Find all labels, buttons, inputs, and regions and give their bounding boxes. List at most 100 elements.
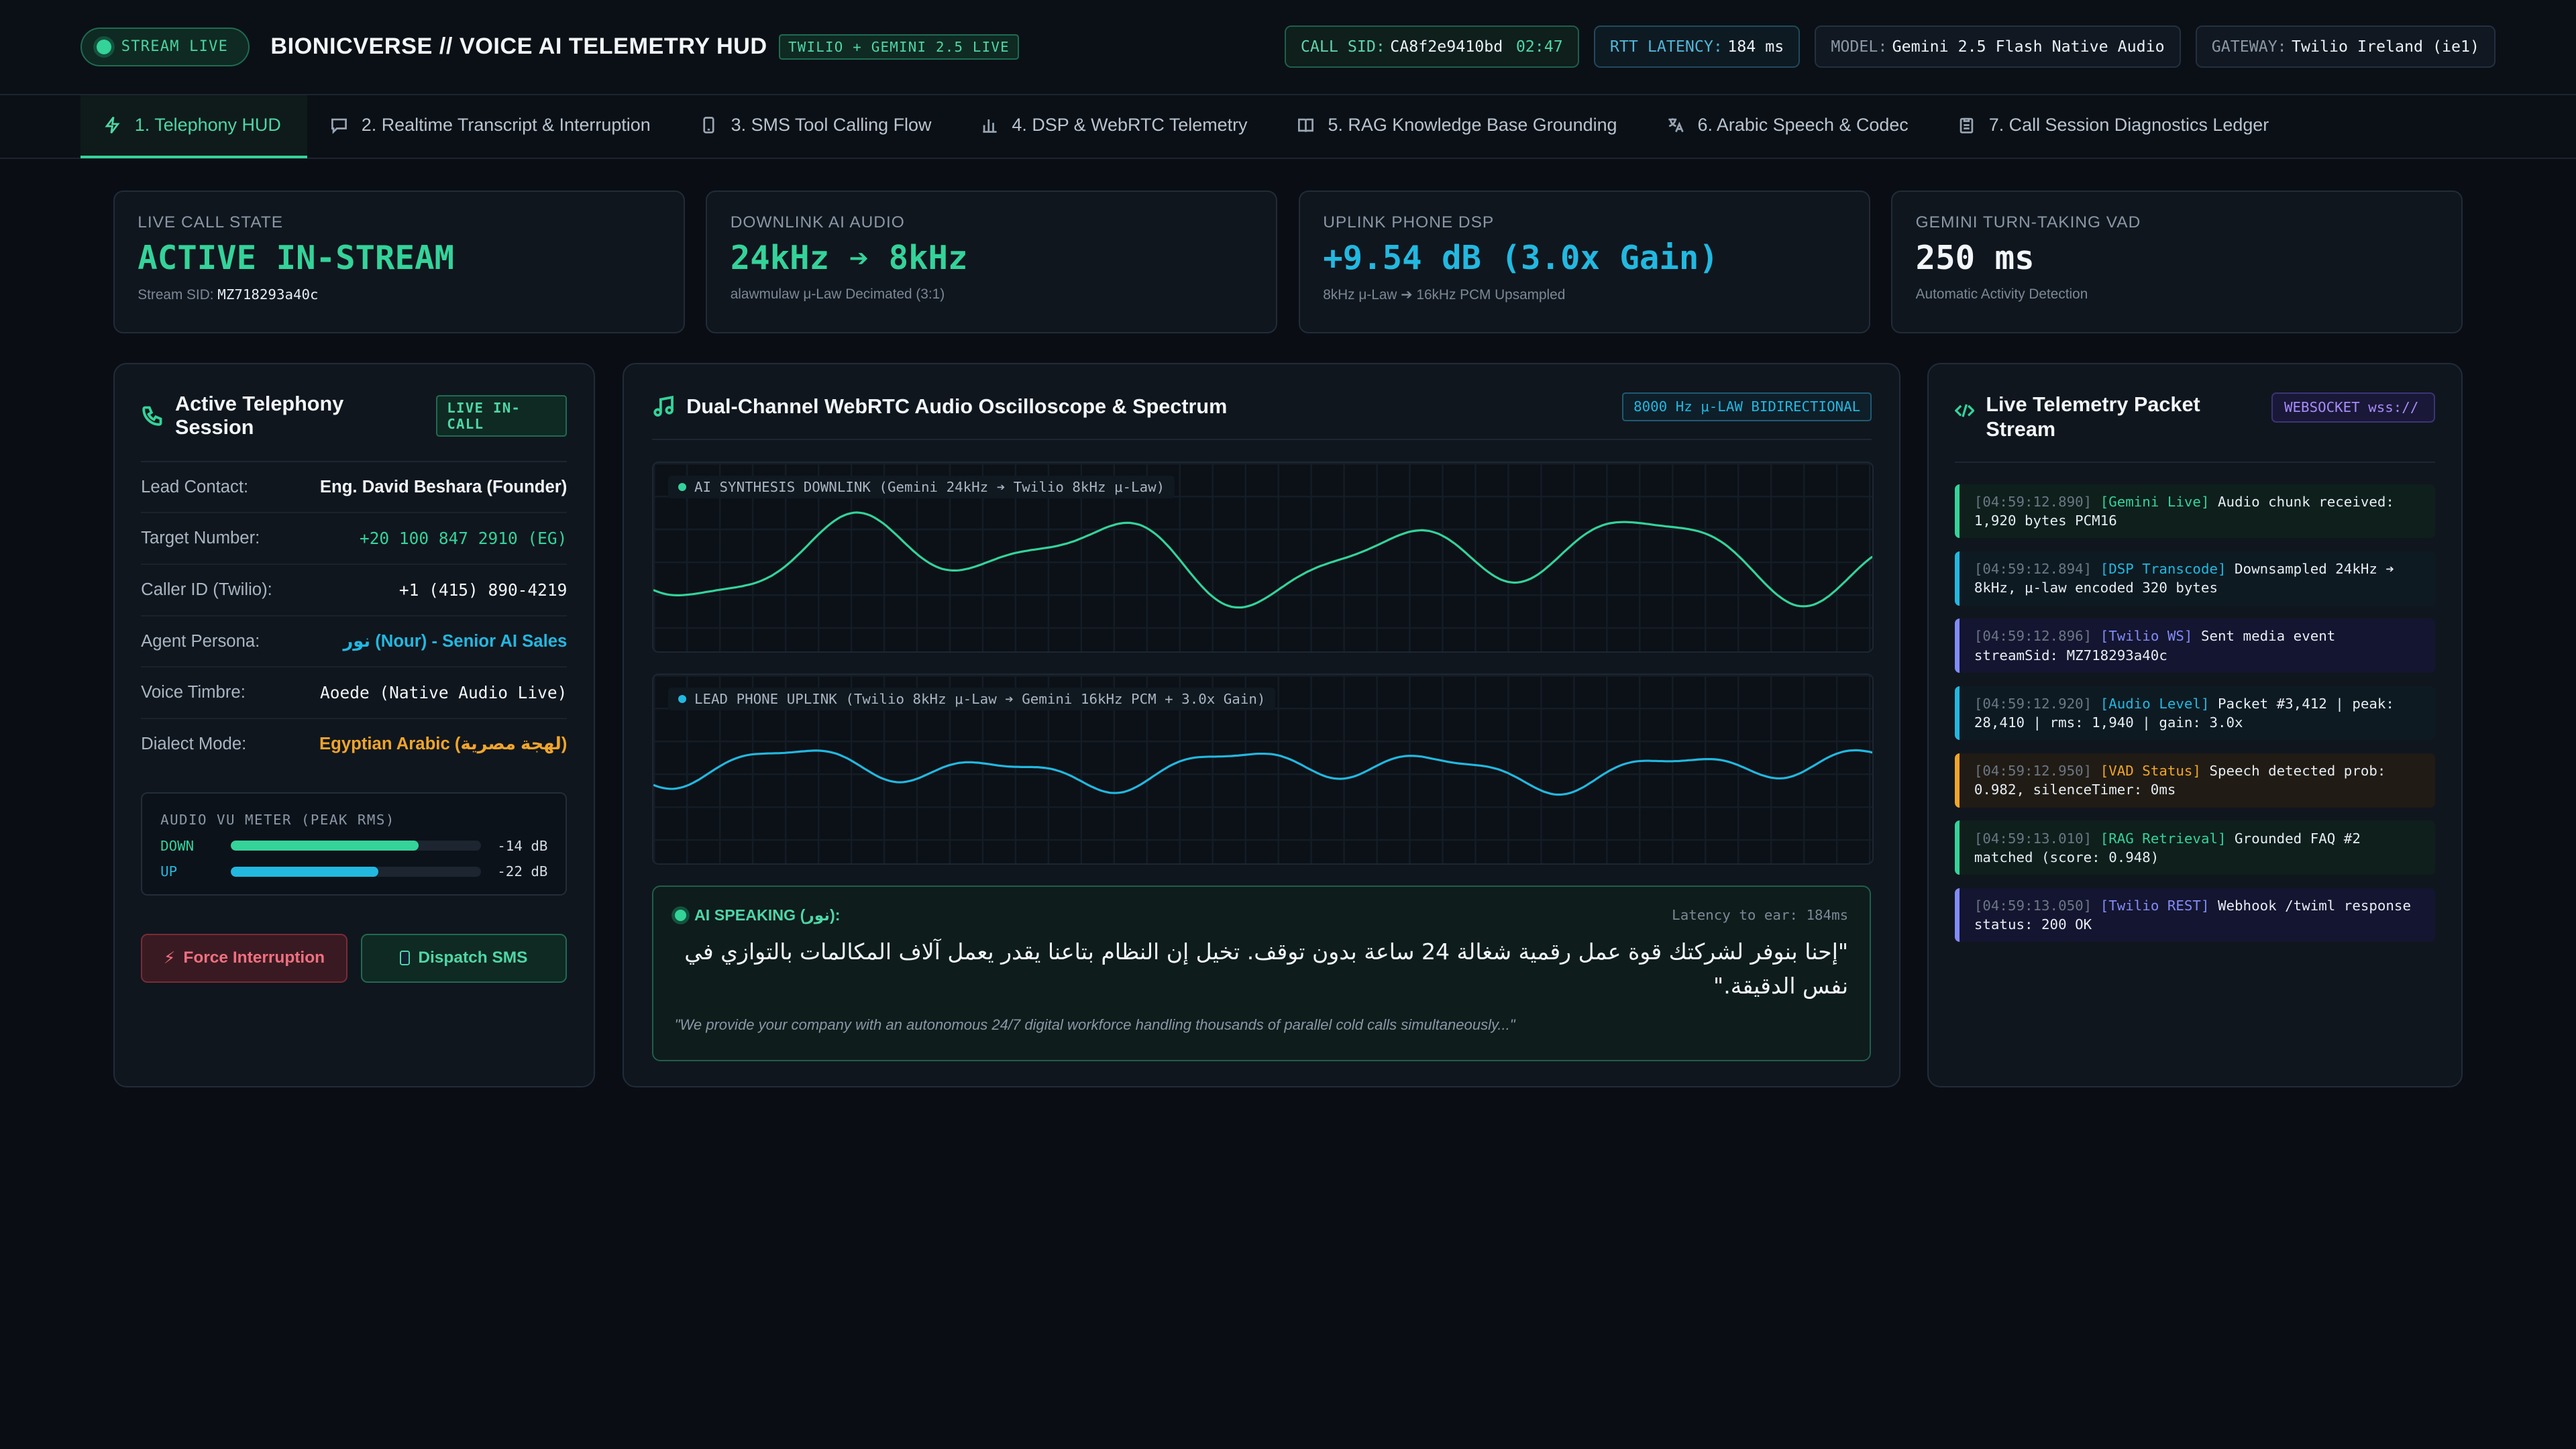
tab-label: 7. Call Session Diagnostics Ledger xyxy=(1988,115,2269,136)
packet-entry: [04:59:13.010] [RAG Retrieval] Grounded … xyxy=(1954,820,2435,875)
telephony-session-panel: Active Telephony Session LIVE IN-CALL Le… xyxy=(113,363,595,1088)
ai-speaking-box: AI SPEAKING (نور): Latency to ear: 184ms… xyxy=(651,885,1871,1061)
dialect-mode-row: Dialect Mode: Egyptian Arabic (لهجة مصري… xyxy=(141,719,567,769)
stats-row: LIVE CALL STATE ACTIVE IN-STREAM Stream … xyxy=(113,191,2463,334)
stat-label: UPLINK PHONE DSP xyxy=(1323,213,1495,231)
tab-sms-tool-calling[interactable]: 3. SMS Tool Calling Flow xyxy=(677,95,958,159)
app-root: STREAM LIVE BIONICVERSE // VOICE AI TELE… xyxy=(0,0,2576,1449)
stat-label: LIVE CALL STATE xyxy=(138,213,284,231)
packet-source: [VAD Status] xyxy=(2092,763,2201,780)
caller-id-value: +1 (415) 890-4219 xyxy=(398,580,568,600)
vu-up-row: UP -22 dB xyxy=(160,863,547,879)
english-translation: "We provide your company with an autonom… xyxy=(674,1016,1515,1034)
downlink-label: AI SYNTHESIS DOWNLINK (Gemini 24kHz ➔ Tw… xyxy=(694,479,1165,496)
tab-dsp-webrtc[interactable]: 4. DSP & WebRTC Telemetry xyxy=(958,95,1274,159)
ai-speaking-label-wrap: AI SPEAKING (نور): xyxy=(674,906,841,924)
bolt-icon xyxy=(105,117,120,134)
call-sid-key: CALL SID: xyxy=(1300,38,1385,56)
row-key: Dialect Mode: xyxy=(141,734,247,753)
top-header: STREAM LIVE BIONICVERSE // VOICE AI TELE… xyxy=(0,0,2576,95)
arabic-transcript: "إحنا بنوفر لشركتك قوة عمل رقمية شغالة 2… xyxy=(684,938,1849,1000)
stat-value: ACTIVE IN-STREAM xyxy=(138,238,454,277)
vu-up-label: UP xyxy=(160,863,178,880)
call-sid-chip: CALL SID: CA8f2e9410bd 02:47 xyxy=(1284,25,1579,68)
vu-down-db: -14 dB xyxy=(497,837,548,854)
packet-entry: [04:59:12.894] [DSP Transcode] Downsampl… xyxy=(1954,551,2435,606)
stat-sub: Automatic Activity Detection xyxy=(1915,286,2088,303)
packet-source: [DSP Transcode] xyxy=(2092,561,2226,578)
row-key: Caller ID (Twilio): xyxy=(141,580,272,599)
tab-label: 2. Realtime Transcript & Interruption xyxy=(361,115,651,136)
latency-to-ear: Latency to ear: 184ms xyxy=(1672,907,1849,924)
tab-label: 4. DSP & WebRTC Telemetry xyxy=(1012,115,1248,136)
call-sid-value: CA8f2e9410bd xyxy=(1390,38,1503,56)
stat-downlink-audio: DOWNLINK AI AUDIO 24kHz ➔ 8kHz alawmulaw… xyxy=(706,191,1278,334)
bidirectional-badge: 8000 Hz μ-LAW BIDIRECTIONAL xyxy=(1622,392,1872,421)
tab-diagnostics-ledger[interactable]: 7. Call Session Diagnostics Ledger xyxy=(1935,95,2295,159)
packet-stream-title: Live Telemetry Packet Stream xyxy=(1986,392,2200,441)
model-key: MODEL: xyxy=(1831,38,1888,56)
packet-timestamp: [04:59:13.010] xyxy=(1974,830,2092,847)
force-interruption-button[interactable]: ⚡ Force Interruption xyxy=(141,933,347,983)
ai-speaking-label: AI SPEAKING (نور): xyxy=(694,906,841,924)
tab-label: 6. Arabic Speech & Codec xyxy=(1697,115,1909,136)
vu-up-db: -22 dB xyxy=(497,863,548,880)
target-number-value: +20 100 847 2910 (EG) xyxy=(359,529,568,549)
vu-down-row: DOWN -14 dB xyxy=(160,838,547,854)
downlink-wave-line xyxy=(653,511,1872,608)
tab-rag-knowledge[interactable]: 5. RAG Knowledge Base Grounding xyxy=(1274,95,1644,159)
packet-source: [Twilio REST] xyxy=(2092,897,2210,914)
stat-label: GEMINI TURN-TAKING VAD xyxy=(1915,213,2141,231)
packet-timestamp: [04:59:12.896] xyxy=(1974,628,2092,645)
uplink-label-box: LEAD PHONE UPLINK (Twilio 8kHz μ-Law ➔ G… xyxy=(667,688,1276,710)
stat-uplink-dsp: UPLINK PHONE DSP +9.54 dB (3.0x Gain) 8k… xyxy=(1298,191,1870,334)
bar-chart-icon xyxy=(983,119,997,133)
model-value: Gemini 2.5 Flash Native Audio xyxy=(1892,38,2165,56)
packet-entry: [04:59:12.950] [VAD Status] Speech detec… xyxy=(1954,753,2435,808)
packet-stream-title-wrap: Live Telemetry Packet Stream xyxy=(1954,392,2234,441)
packet-entry: [04:59:12.920] [Audio Level] Packet #3,4… xyxy=(1954,686,2435,741)
row-key: Target Number: xyxy=(141,529,260,548)
stat-sub: alawmulaw μ-Law Decimated (3:1) xyxy=(730,286,945,303)
stat-value: 24kHz ➔ 8kHz xyxy=(730,238,968,277)
call-timer: 02:47 xyxy=(1515,38,1563,56)
phone-icon xyxy=(142,406,162,426)
stat-value: 250 ms xyxy=(1915,238,2035,277)
dispatch-sms-button[interactable]: Dispatch SMS xyxy=(360,933,568,983)
audio-vu-meter: AUDIO VU METER (PEAK RMS) DOWN -14 dB UP… xyxy=(141,792,568,896)
oscilloscope-header: Dual-Channel WebRTC Audio Oscilloscope &… xyxy=(651,392,1872,441)
message-icon xyxy=(331,119,347,135)
session-header: Active Telephony Session LIVE IN-CALL xyxy=(141,392,568,439)
packet-entry: [04:59:12.890] [Gemini Live] Audio chunk… xyxy=(1954,484,2435,539)
stat-value: +9.54 dB (3.0x Gain) xyxy=(1323,238,1719,277)
dialect-mode-value: Egyptian Arabic (لهجة مصرية) xyxy=(319,735,568,754)
packet-entry: [04:59:13.050] [Twilio REST] Webhook /tw… xyxy=(1954,888,2435,943)
voice-timbre-value: Aoede (Native Audio Live) xyxy=(320,683,568,703)
packet-list: [04:59:12.890] [Gemini Live] Audio chunk… xyxy=(1954,461,2435,943)
stat-sub: 8kHz μ-Law ➔ 16kHz PCM Upsampled xyxy=(1323,287,1566,303)
stat-live-call-state: LIVE CALL STATE ACTIVE IN-STREAM Stream … xyxy=(113,191,685,334)
book-icon xyxy=(1298,119,1313,133)
stat-vad: GEMINI TURN-TAKING VAD 250 ms Automatic … xyxy=(1891,191,2463,334)
app-title: BIONICVERSE // VOICE AI TELEMETRY HUD xyxy=(270,34,767,60)
stream-sid-prefix: Stream SID: xyxy=(138,287,218,303)
gateway-key: GATEWAY: xyxy=(2211,38,2287,56)
vu-down-track xyxy=(231,841,481,851)
gateway-value: Twilio Ireland (ie1) xyxy=(2292,38,2479,56)
oscilloscope-title: Dual-Channel WebRTC Audio Oscilloscope &… xyxy=(686,394,1228,418)
session-title: Active Telephony Session xyxy=(175,392,344,439)
tab-arabic-speech[interactable]: 6. Arabic Speech & Codec xyxy=(1644,95,1935,159)
oscilloscope-title-wrap: Dual-Channel WebRTC Audio Oscilloscope &… xyxy=(652,394,1228,419)
tab-telephony-hud[interactable]: 1. Telephony HUD xyxy=(80,95,307,159)
speaking-dot-icon xyxy=(674,909,686,921)
packet-timestamp: [04:59:12.894] xyxy=(1974,561,2092,578)
translate-icon xyxy=(1668,118,1684,133)
rtt-value: 184 ms xyxy=(1727,38,1784,56)
caller-id-row: Caller ID (Twilio): +1 (415) 890-4219 xyxy=(141,565,568,616)
packet-source: [Twilio WS] xyxy=(2092,628,2193,645)
vu-up-track xyxy=(231,867,481,877)
vu-down-label: DOWN xyxy=(160,837,195,854)
tab-realtime-transcript[interactable]: 2. Realtime Transcript & Interruption xyxy=(307,95,677,159)
header-tag: TWILIO + GEMINI 2.5 LIVE xyxy=(778,34,1020,60)
stat-sub: Stream SID: MZ718293a40c xyxy=(138,286,660,303)
